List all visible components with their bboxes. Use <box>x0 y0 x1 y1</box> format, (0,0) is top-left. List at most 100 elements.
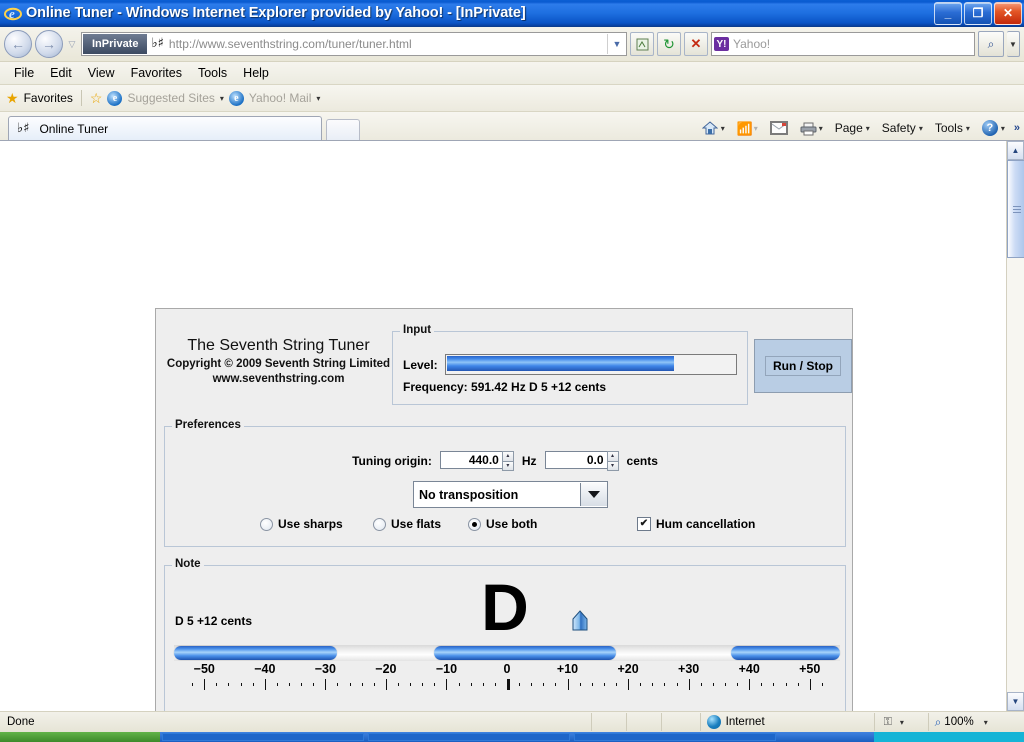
cents-minor-tick <box>349 683 351 686</box>
favorites-item-suggested-sites[interactable]: Suggested Sites <box>127 91 214 105</box>
hz-stepper-buttons: ▴ ▾ <box>501 451 514 471</box>
new-tab-button[interactable] <box>326 119 360 140</box>
url-box[interactable]: InPrivate ♭♯ http://www.seventhstring.co… <box>81 32 627 56</box>
menu-item-file[interactable]: File <box>6 64 42 82</box>
help-menu-button[interactable]: ? ▾ <box>977 118 1010 138</box>
command-bar-overflow-button[interactable]: » <box>1012 122 1020 134</box>
cents-increment-button[interactable]: ▴ <box>606 451 619 462</box>
minimize-button[interactable]: _ <box>934 1 962 25</box>
restore-button[interactable]: ❐ <box>964 1 992 25</box>
tuning-origin-hz-stepper[interactable]: ▴ ▾ <box>439 451 514 471</box>
cents-minor-tick <box>579 683 581 686</box>
svg-text:e: e <box>9 6 15 21</box>
back-button[interactable]: ← <box>4 30 32 58</box>
hz-decrement-button[interactable]: ▾ <box>501 461 514 471</box>
run-stop-button[interactable]: Run / Stop <box>754 339 852 393</box>
tuning-origin-hz-input[interactable] <box>439 451 502 469</box>
favorites-item-yahoo-mail[interactable]: Yahoo! Mail <box>249 91 311 105</box>
note-detail-label: D 5 +12 cents <box>175 614 253 628</box>
read-mail-button[interactable] <box>765 119 793 137</box>
menu-bar: File Edit View Favorites Tools Help <box>0 62 1024 85</box>
cents-major-tick <box>204 679 206 690</box>
scrollbar-track[interactable] <box>1007 160 1024 692</box>
chevron-down-icon: ▾ <box>965 123 970 133</box>
recent-pages-button[interactable]: ▽ <box>66 39 78 50</box>
search-go-button[interactable]: ⌕ <box>978 31 1004 57</box>
radio-use-both[interactable]: Use both <box>468 517 537 531</box>
security-zone[interactable]: Internet <box>701 713 875 731</box>
taskbar-item[interactable] <box>574 733 776 741</box>
tools-menu-button[interactable]: Tools ▾ <box>930 119 975 137</box>
start-button[interactable] <box>0 732 160 742</box>
scrollbar-thumb[interactable] <box>1007 160 1024 258</box>
cents-minor-tick <box>398 683 400 686</box>
menu-item-help[interactable]: Help <box>235 64 277 82</box>
inprivate-badge: InPrivate <box>83 34 148 54</box>
cents-decrement-button[interactable]: ▾ <box>606 461 619 471</box>
tuning-origin-cents-input[interactable] <box>544 451 607 469</box>
chevron-down-icon[interactable]: ▾ <box>819 124 823 133</box>
close-button[interactable]: ✕ <box>994 1 1022 25</box>
cents-tick-label: −20 <box>375 662 397 676</box>
minimize-icon: _ <box>944 6 952 20</box>
tuning-origin-cents-stepper[interactable]: ▴ ▾ <box>544 451 619 471</box>
menu-item-tools[interactable]: Tools <box>190 64 235 82</box>
windows-taskbar <box>0 732 1024 742</box>
url-text[interactable]: http://www.seventhstring.com/tuner/tuner… <box>169 37 607 51</box>
favorites-button-label[interactable]: Favorites <box>24 91 73 105</box>
radio-icon <box>260 517 273 531</box>
privacy-report-button[interactable]: ⚿ ▾ <box>875 713 929 731</box>
menu-item-edit[interactable]: Edit <box>42 64 80 82</box>
cents-minor-tick <box>676 683 678 686</box>
tab-online-tuner[interactable]: ♭♯ Online Tuner <box>8 116 322 140</box>
level-meter-fill <box>446 356 675 371</box>
rss-icon: 📶 <box>736 121 753 136</box>
forward-button[interactable]: → <box>35 30 63 58</box>
search-box[interactable]: Y! Yahoo! <box>711 32 975 56</box>
system-tray[interactable] <box>874 732 1024 742</box>
menu-item-favorites[interactable]: Favorites <box>123 64 190 82</box>
vertical-scrollbar[interactable]: ▲ ▼ <box>1006 141 1024 711</box>
home-button[interactable]: ▾ <box>697 119 730 137</box>
scroll-up-button[interactable]: ▲ <box>1007 141 1024 160</box>
level-meter-row: Level: <box>403 354 737 375</box>
taskbar-item[interactable] <box>162 733 364 741</box>
cents-minor-tick <box>337 683 339 686</box>
transposition-dropdown-button[interactable] <box>580 483 607 506</box>
radio-use-sharps[interactable]: Use sharps <box>260 517 343 531</box>
cents-tick-label: 0 <box>503 662 511 676</box>
zoom-control[interactable]: ⌕ 100% ▾ <box>929 713 1022 731</box>
search-options-button[interactable]: ▼ <box>1007 31 1020 57</box>
help-icon: ? <box>981 120 998 136</box>
stop-button[interactable]: ✕ <box>684 32 708 56</box>
address-bar: ← → ▽ InPrivate ♭♯ http://www.seventhstr… <box>0 27 1024 62</box>
cents-minor-tick <box>240 683 242 686</box>
favorites-bar: ★ Favorites ☆ e Suggested Sites ▾ e Yaho… <box>0 85 1024 112</box>
cents-major-tick <box>446 679 448 690</box>
chevron-down-icon[interactable]: ▾ <box>220 94 224 103</box>
chevron-down-icon[interactable]: ▼ <box>607 34 626 54</box>
tuning-origin-label: Tuning origin: <box>352 454 432 468</box>
chevron-down-icon[interactable]: ▾ <box>721 124 725 133</box>
chevron-down-icon[interactable]: ▾ <box>316 94 320 103</box>
cents-major-tick <box>688 679 690 690</box>
tab-bar: ♭♯ Online Tuner ▾ 📶 ▾ ▾ Page ▾ Safety ▾ … <box>0 112 1024 141</box>
scroll-down-button[interactable]: ▼ <box>1007 692 1024 711</box>
checkbox-hum-cancellation[interactable]: ✔ Hum cancellation <box>637 517 755 531</box>
safety-menu-button[interactable]: Safety ▾ <box>877 119 928 137</box>
cents-minor-tick <box>700 683 702 686</box>
compatibility-view-button[interactable] <box>630 32 654 56</box>
add-to-favorites-icon[interactable]: ☆ <box>90 90 103 107</box>
refresh-button[interactable]: ↻ <box>657 32 681 56</box>
radio-use-flats[interactable]: Use flats <box>373 517 441 531</box>
feeds-button[interactable]: 📶 ▾ <box>732 119 763 137</box>
page-menu-button[interactable]: Page ▾ <box>830 119 875 137</box>
hz-increment-button[interactable]: ▴ <box>501 451 514 462</box>
search-input[interactable]: Yahoo! <box>733 37 770 51</box>
taskbar-item[interactable] <box>368 733 570 741</box>
menu-item-view[interactable]: View <box>80 64 123 82</box>
print-button[interactable]: ▾ <box>795 120 828 137</box>
cents-minor-tick <box>494 683 496 686</box>
transposition-select[interactable]: No transposition <box>413 481 608 508</box>
cents-minor-tick <box>761 683 763 686</box>
